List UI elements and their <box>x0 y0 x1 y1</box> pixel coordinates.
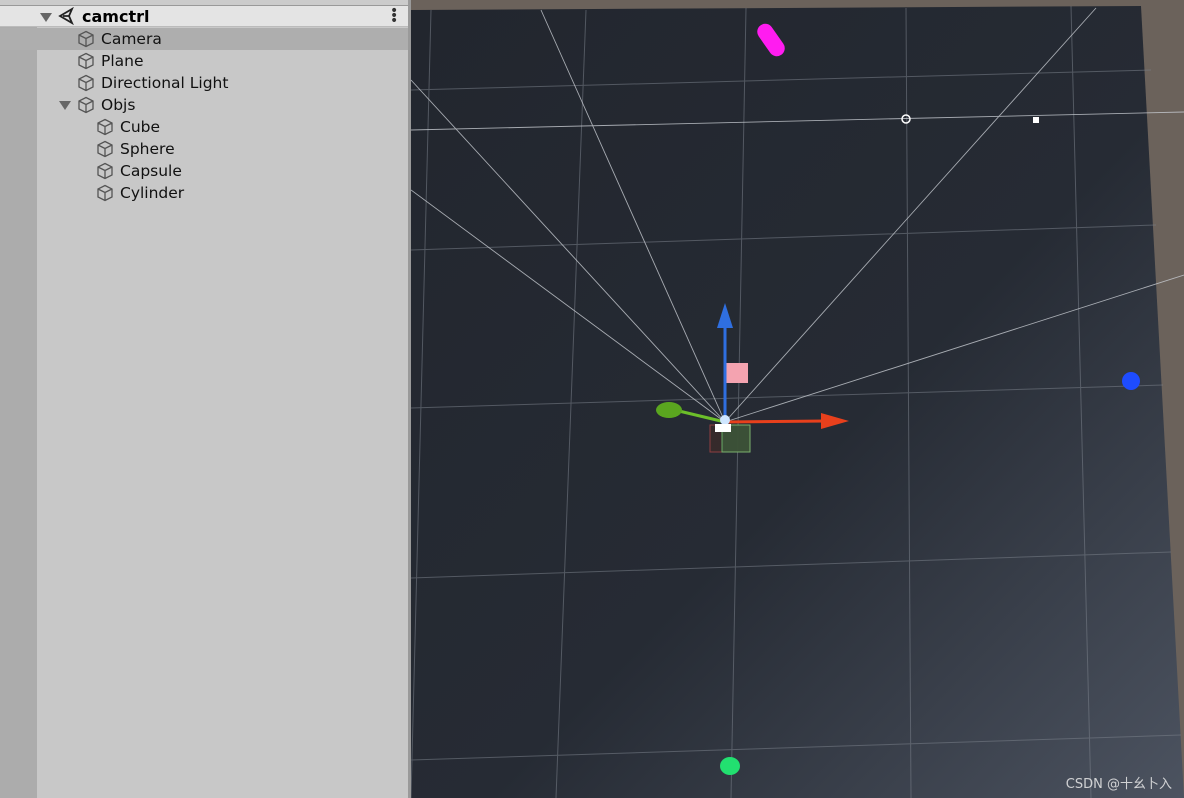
gameobject-cube-icon <box>97 184 113 202</box>
expand-arrow-icon[interactable] <box>59 101 71 110</box>
expand-arrow-icon[interactable] <box>40 13 52 22</box>
hierarchy-item-objs[interactable]: Objs <box>0 94 408 116</box>
hierarchy-item-label: Objs <box>101 96 136 114</box>
hierarchy-item-cube[interactable]: Cube <box>0 116 408 138</box>
scene-view[interactable]: CSDN @十幺卜入 <box>411 0 1184 798</box>
camera-icon <box>715 424 731 432</box>
watermark: CSDN @十幺卜入 <box>1065 777 1172 792</box>
hierarchy-item-label: Directional Light <box>101 74 229 92</box>
scene-canvas[interactable] <box>411 0 1184 798</box>
hierarchy-item-camera[interactable]: Camera <box>0 28 408 50</box>
hierarchy-item-label: Cylinder <box>120 184 185 202</box>
ground-plane <box>411 6 1184 798</box>
hierarchy-panel: camctrl • • • Camera Plane Directional Light… <box>0 0 410 798</box>
scene-header-row[interactable]: camctrl • • • <box>0 4 408 28</box>
cylinder-object[interactable] <box>720 757 740 775</box>
hierarchy-item-directional-light[interactable]: Directional Light <box>0 72 408 94</box>
gameobject-cube-icon <box>78 52 94 70</box>
hierarchy-item-label: Cube <box>120 118 161 136</box>
hierarchy-item-label: Capsule <box>120 162 182 180</box>
hierarchy-item-label: Camera <box>101 30 162 48</box>
gizmo-x-axis[interactable] <box>724 419 827 424</box>
hierarchy-item-plane[interactable]: Plane <box>0 50 408 72</box>
scene-name: camctrl <box>82 7 150 26</box>
sphere-object[interactable] <box>1122 372 1140 390</box>
gizmo-center[interactable] <box>720 415 730 425</box>
gameobject-cube-icon <box>97 162 113 180</box>
gameobject-cube-icon <box>78 96 94 114</box>
unity-scene-icon <box>58 7 74 25</box>
gameobject-cube-icon <box>97 140 113 158</box>
hierarchy-item-capsule[interactable]: Capsule <box>0 160 408 182</box>
gameobject-cube-icon <box>78 74 94 92</box>
kebab-menu-icon[interactable]: • • • <box>390 4 398 28</box>
light-handle[interactable] <box>1033 117 1039 123</box>
hierarchy-item-cylinder[interactable]: Cylinder <box>0 182 408 204</box>
hierarchy-item-label: Plane <box>101 52 144 70</box>
gameobject-cube-icon <box>97 118 113 136</box>
gizmo-y-handle[interactable] <box>656 402 682 418</box>
hierarchy-item-sphere[interactable]: Sphere <box>0 138 408 160</box>
cube-object[interactable] <box>724 363 748 383</box>
gameobject-cube-icon <box>78 30 94 48</box>
hierarchy-item-label: Sphere <box>120 140 175 158</box>
